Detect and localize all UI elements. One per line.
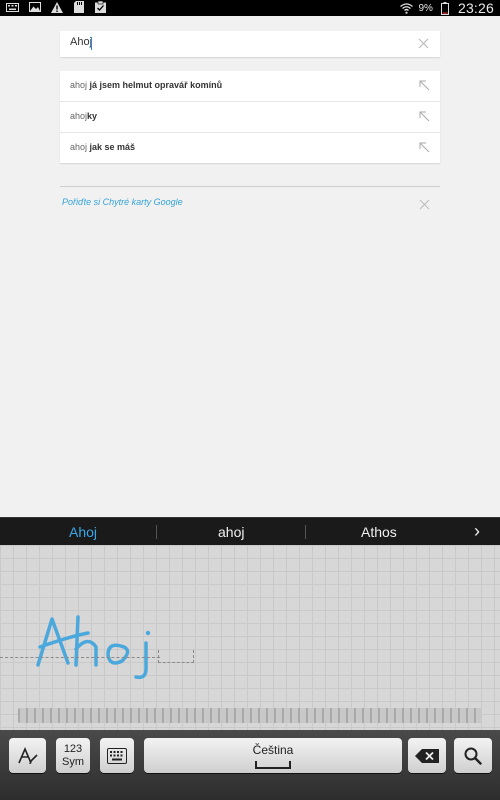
image-icon (28, 1, 41, 13)
battery-icon (439, 1, 452, 15)
keyboard-icon (6, 1, 19, 13)
space-key[interactable]: Čeština (144, 738, 402, 773)
clipboard-check-icon (94, 1, 107, 13)
sym-label-top: 123 (63, 742, 83, 755)
suggestion-prefix: ahoj (70, 80, 90, 90)
arrow-up-left-icon[interactable] (419, 111, 430, 122)
handwriting-mode-icon[interactable] (9, 738, 46, 773)
suggestion-text: ahoj jak se máš (70, 142, 135, 152)
suggestion-list: ahoj já jsem helmut opravář komínů ahojk… (60, 71, 440, 163)
text-cursor (91, 37, 92, 50)
sd-card-icon (72, 1, 85, 13)
suggestion-prefix: ahoj (70, 142, 90, 152)
suggestion-text: ahojky (70, 111, 97, 121)
handwriting-pad[interactable] (0, 545, 500, 730)
suggestion-completion: ky (87, 111, 98, 121)
arrow-up-left-icon[interactable] (419, 142, 430, 153)
candidate-2[interactable]: ahoj (218, 524, 244, 540)
candidate-bar: Ahoj ahoj Athos › (0, 517, 500, 546)
backspace-icon[interactable] (408, 738, 446, 773)
google-now-promo: Pořiďte si Chytré karty Google (60, 186, 440, 219)
handwriting-baseline (0, 657, 160, 658)
suggestion-item[interactable]: ahoj jak se máš (60, 133, 440, 163)
suggestion-prefix: ahoj (70, 111, 88, 121)
close-icon[interactable] (417, 37, 430, 50)
suggestion-item[interactable]: ahojky (60, 102, 440, 133)
candidate-divider (156, 525, 157, 539)
keyboard-icon[interactable] (100, 738, 134, 773)
warning-icon (50, 1, 63, 13)
space-label: Čeština (252, 742, 294, 757)
suggestion-text: ahoj já jsem helmut opravář komínů (70, 80, 222, 90)
candidate-3[interactable]: Athos (361, 524, 397, 540)
clock: 23:26 (457, 0, 494, 16)
suggestion-completion: já jsem helmut opravář komínů (89, 80, 223, 90)
handwriting-cursor-box (158, 650, 194, 663)
search-icon[interactable] (454, 738, 492, 773)
search-box[interactable] (60, 31, 440, 57)
search-input[interactable] (70, 36, 390, 48)
status-right-icons: 9% 23:26 (399, 0, 495, 16)
search-screen: ahoj já jsem helmut opravář komínů ahojk… (0, 16, 500, 517)
sym-key[interactable]: 123 Sym (56, 738, 90, 773)
wifi-icon (399, 2, 413, 14)
handwriting-ink (36, 615, 151, 680)
handwriting-scroll-strip[interactable] (18, 708, 482, 723)
close-icon[interactable] (419, 197, 430, 210)
suggestion-completion: jak se máš (89, 142, 136, 152)
space-bar-icon (255, 760, 291, 769)
sym-label-bottom: Sym (62, 755, 84, 768)
promo-link[interactable]: Pořiďte si Chytré karty Google (62, 197, 183, 207)
status-bar: 9% 23:26 (0, 0, 500, 16)
keyboard-toolbar: 123 Sym Čeština (0, 730, 500, 800)
chevron-right-icon[interactable]: › (474, 521, 480, 542)
suggestion-item[interactable]: ahoj já jsem helmut opravář komínů (60, 71, 440, 102)
candidate-divider (305, 525, 306, 539)
arrow-up-left-icon[interactable] (419, 80, 430, 91)
status-left-icons (6, 1, 107, 13)
battery-percent: 9% (418, 2, 433, 14)
candidate-1[interactable]: Ahoj (69, 524, 97, 540)
